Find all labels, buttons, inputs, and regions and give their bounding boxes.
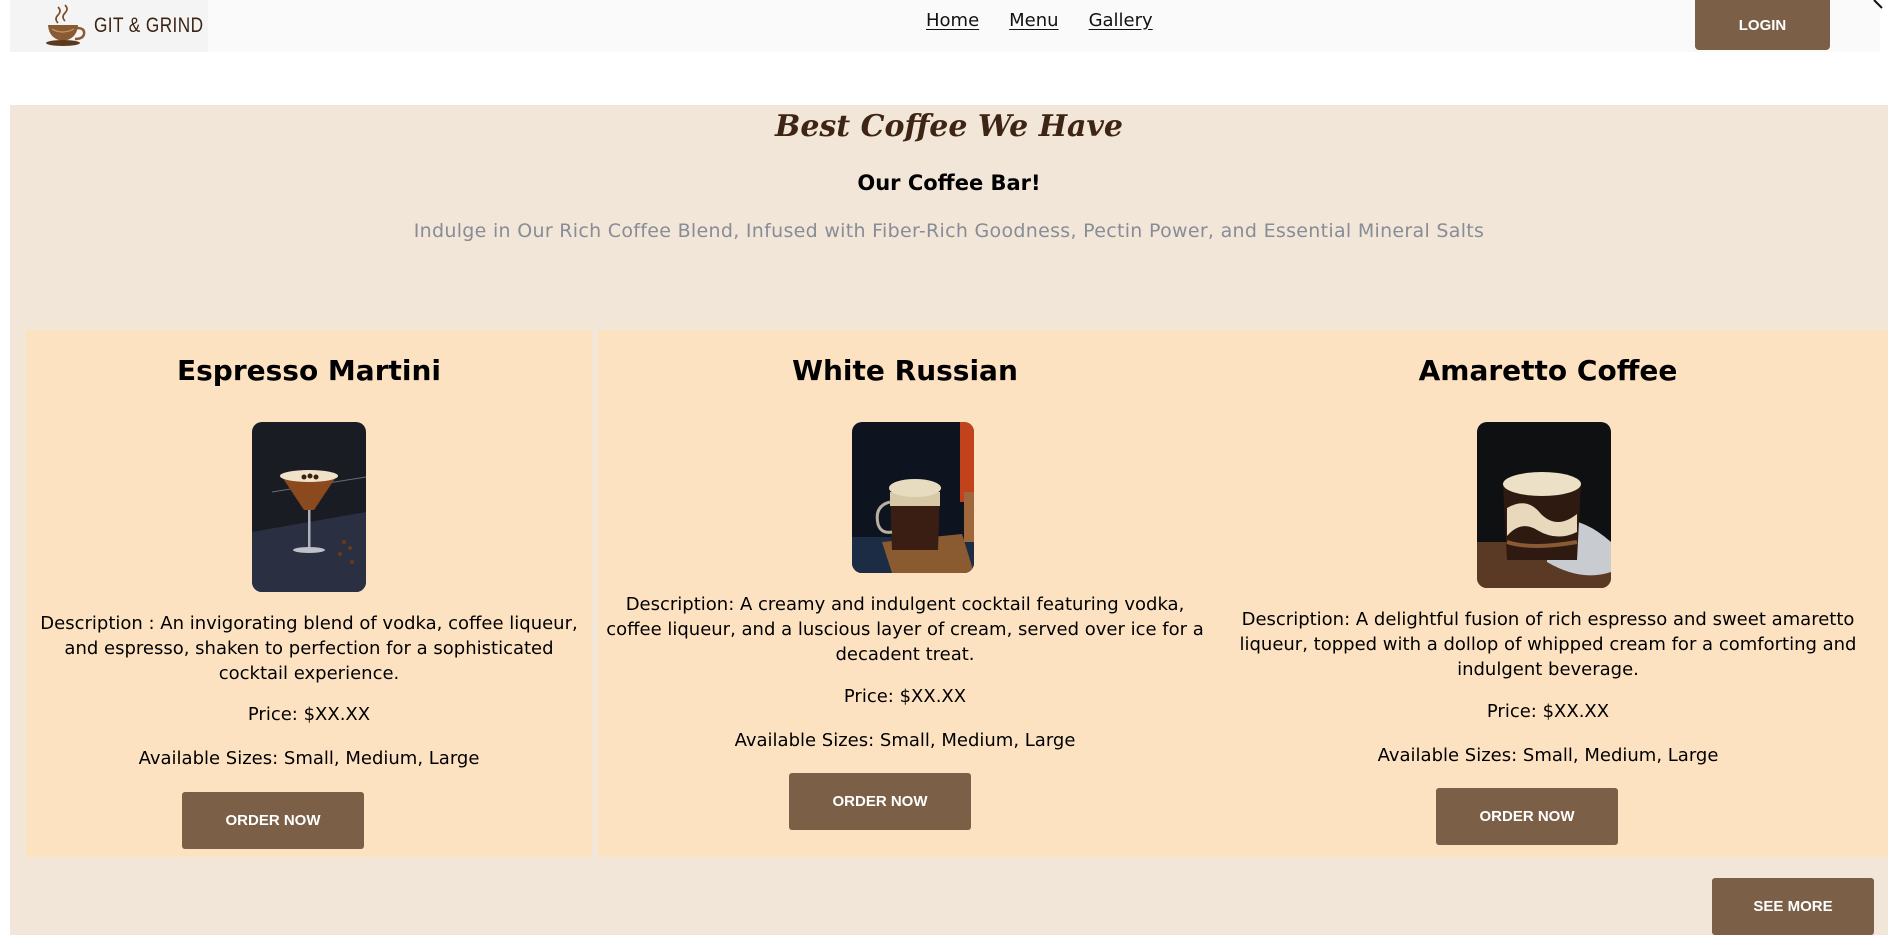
section-subtitle: Our Coffee Bar! [857,171,1041,195]
order-now-button[interactable]: ORDER NOW [1436,788,1618,845]
card-sizes: Available Sizes: Small, Medium, Large [1377,745,1719,766]
main-nav: Home Menu Gallery [926,10,1153,31]
product-card-espresso-martini: Espresso Martini Description : An invigo… [26,330,592,857]
card-price: Price: $XX.XX [843,686,967,707]
coffee-bar-section: Best Coffee We Have Our Coffee Bar! Indu… [10,105,1888,935]
card-description: Description: A delightful fusion of rich… [1239,609,1857,680]
white-russian-image [852,422,974,573]
order-now-button[interactable]: ORDER NOW [182,792,364,849]
card-sizes: Available Sizes: Small, Medium, Large [138,748,480,769]
card-title: Amaretto Coffee [1418,354,1678,387]
order-now-button[interactable]: ORDER NOW [789,773,971,830]
see-more-button[interactable]: SEE MORE [1712,878,1874,935]
amaretto-coffee-image [1477,422,1611,588]
section-title: Best Coffee We Have [774,109,1124,144]
product-card-white-russian: White Russian Description: A creamy and … [598,330,1212,857]
card-title: Espresso Martini [176,354,442,387]
espresso-martini-image [252,422,366,592]
section-tagline: Indulge in Our Rich Coffee Blend, Infuse… [413,220,1485,242]
nav-home-link[interactable]: Home [926,10,979,31]
card-title: White Russian [792,354,1018,387]
chevron-icon[interactable] [1868,0,1892,16]
coffee-cup-icon [44,3,88,49]
nav-menu-link[interactable]: Menu [1009,10,1058,31]
product-card-amaretto-coffee: Amaretto Coffee Description: A delightfu… [1208,330,1888,857]
card-price: Price: $XX.XX [1486,701,1610,722]
brand-name: GIT & GRIND [94,14,204,37]
card-description: Description: A creamy and indulgent cock… [606,594,1204,665]
card-description: Description : An invigorating blend of v… [40,613,578,684]
card-price: Price: $XX.XX [247,704,371,725]
card-sizes: Available Sizes: Small, Medium, Large [734,730,1076,751]
brand-logo[interactable]: GIT & GRIND [10,0,208,52]
login-button[interactable]: LOGIN [1695,0,1830,50]
nav-gallery-link[interactable]: Gallery [1089,10,1153,31]
